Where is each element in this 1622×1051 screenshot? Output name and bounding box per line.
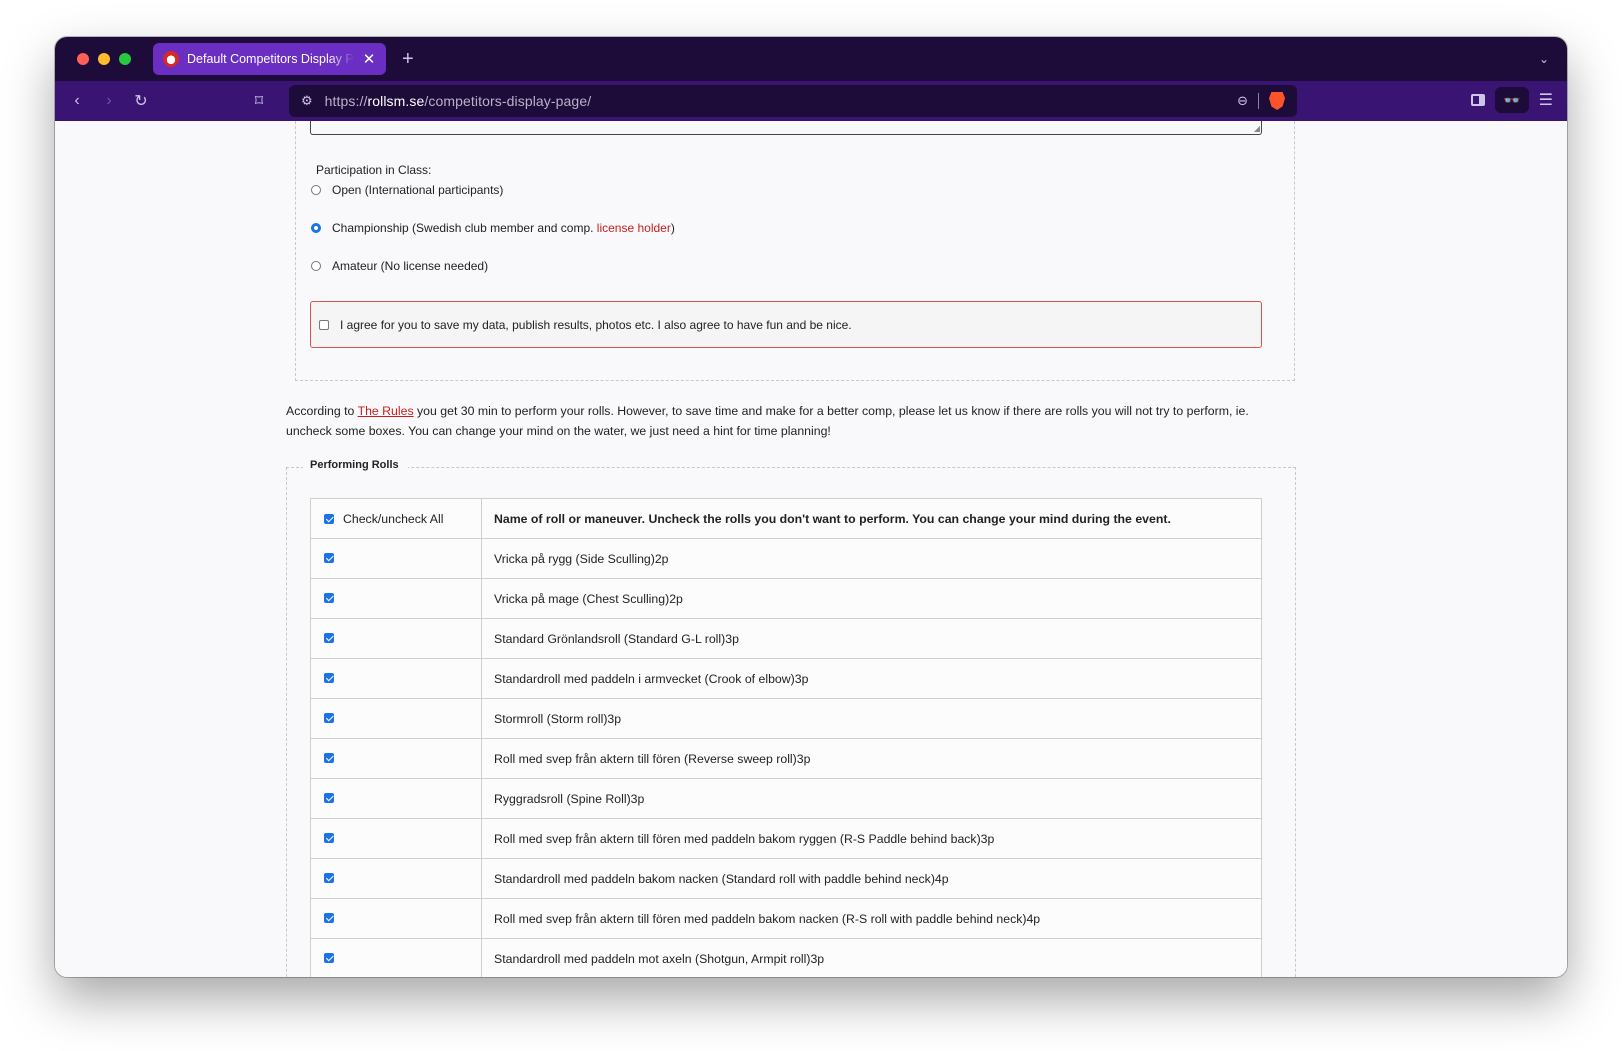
roll-name: Stormroll (Storm roll)3p [481,698,1262,739]
window-controls [77,53,131,65]
roll-name: Roll med svep från aktern till fören (Re… [481,738,1262,779]
site-favicon-icon [163,51,179,67]
roll-name: Standardroll med paddeln i armvecket (Cr… [481,658,1262,699]
table-row: Roll med svep från aktern till fören med… [310,898,1262,939]
browser-window: Default Competitors Display Page ✕ + ⌄ ‹… [55,37,1567,977]
roll-name: Standard Grönlandsroll (Standard G-L rol… [481,618,1262,659]
agree-checkbox[interactable] [319,319,329,330]
class-option-amateur[interactable]: Amateur (No license needed) [311,259,488,273]
roll-name-header: Name of roll or maneuver. Uncheck the ro… [481,498,1262,539]
brave-shields-icon[interactable] [1269,92,1285,110]
url-separator [1258,93,1259,109]
close-tab-icon[interactable]: ✕ [362,50,376,68]
class-option-label: Championship (Swedish club member and co… [332,221,675,235]
comments-textarea[interactable]: ◢ [310,121,1262,135]
tab-bar: Default Competitors Display Page ✕ + ⌄ [55,37,1567,81]
active-tab[interactable]: Default Competitors Display Page ✕ [153,43,386,75]
table-header-row: Check/uncheck All Name of roll or maneuv… [310,498,1262,539]
roll-checkbox[interactable] [324,952,334,963]
roll-name: Ryggradsroll (Spine Roll)3p [481,778,1262,819]
navigation-bar: ‹ › ↻ ⌑ ⚙ https://rollsm.se/competitors-… [55,81,1567,121]
radio-open[interactable] [311,185,321,195]
minimize-window-button[interactable] [98,53,110,65]
radio-amateur[interactable] [311,261,321,271]
consent-box: I agree for you to save my data, publish… [310,301,1262,348]
table-row: Stormroll (Storm roll)3p [310,698,1262,739]
roll-checkbox[interactable] [324,912,334,923]
class-option-open[interactable]: Open (International participants) [311,183,503,197]
tab-list-chevron-down-icon[interactable]: ⌄ [1539,52,1549,66]
table-row: Standard Grönlandsroll (Standard G-L rol… [310,618,1262,659]
class-option-label: Amateur (No license needed) [332,259,489,273]
roll-name: Roll med svep från aktern till fören med… [481,818,1262,859]
performing-rolls-legend: Performing Rolls [303,459,408,471]
check-all-label: Check/uncheck All [343,511,444,526]
rules-info-text: According to The Rules you get 30 min to… [286,404,1249,438]
rolls-table: Check/uncheck All Name of roll or maneuv… [310,498,1262,977]
table-row: Ryggradsroll (Spine Roll)3p [310,778,1262,819]
roll-name: Vricka på rygg (Side Sculling)2p [481,538,1262,579]
table-row: Roll med svep från aktern till fören (Re… [310,738,1262,779]
roll-checkbox[interactable] [324,752,334,763]
table-row: Roll med svep från aktern till fören med… [310,818,1262,859]
radio-championship[interactable] [311,223,321,233]
participation-label: Participation in Class: [316,163,432,177]
roll-name: Vricka på mage (Chest Sculling)2p [481,578,1262,619]
roll-checkbox[interactable] [324,552,334,563]
page-content: ◢ Participation in Class: Open (Internat… [55,121,1567,977]
roll-name: Standardroll med paddeln mot axeln (Shot… [481,938,1262,977]
back-arrow-icon[interactable]: ‹ [61,92,93,110]
sidebar-toggle-icon[interactable] [1470,94,1485,106]
forward-arrow-icon[interactable]: › [93,92,125,110]
class-option-championship[interactable]: Championship (Swedish club member and co… [311,221,675,235]
table-row: Standardroll med paddeln mot axeln (Shot… [310,938,1262,977]
table-row: Standardroll med paddeln i armvecket (Cr… [310,658,1262,699]
site-settings-icon[interactable]: ⚙ [301,93,313,109]
tab-title: Default Competitors Display Page [187,52,354,66]
roll-name: Standardroll med paddeln bakom nacken (S… [481,858,1262,899]
close-window-button[interactable] [77,53,89,65]
table-row: Vricka på rygg (Side Sculling)2p [310,538,1262,579]
address-bar[interactable]: ⚙ https://rollsm.se/competitors-display-… [289,85,1297,117]
class-option-label: Open (International participants) [332,183,504,197]
hamburger-menu-icon[interactable]: ☰ [1539,90,1553,110]
new-tab-plus-icon[interactable]: + [402,48,414,71]
table-row: Vricka på mage (Chest Sculling)2p [310,578,1262,619]
roll-name: Roll med svep från aktern till fören med… [481,898,1262,939]
bookmark-icon[interactable]: ⌑ [243,91,275,111]
maximize-window-button[interactable] [119,53,131,65]
table-row: Standardroll med paddeln bakom nacken (S… [310,858,1262,899]
resize-handle-icon[interactable]: ◢ [1254,124,1260,133]
url-text: https://rollsm.se/competitors-display-pa… [324,93,592,109]
license-holder-link[interactable]: license holder [597,221,671,235]
reader-mode-glasses-icon[interactable]: 👓 [1494,87,1529,113]
roll-checkbox[interactable] [324,592,334,603]
agree-label: I agree for you to save my data, publish… [340,317,852,332]
roll-checkbox[interactable] [324,712,334,723]
roll-checkbox[interactable] [324,632,334,643]
roll-checkbox[interactable] [324,872,334,883]
reload-icon[interactable]: ↻ [125,91,157,111]
roll-checkbox[interactable] [324,672,334,683]
roll-checkbox[interactable] [324,832,334,843]
the-rules-link[interactable]: The Rules [358,404,414,418]
check-all-checkbox[interactable] [324,513,334,524]
zoom-icon[interactable]: ⊖ [1237,93,1248,109]
roll-checkbox[interactable] [324,792,334,803]
